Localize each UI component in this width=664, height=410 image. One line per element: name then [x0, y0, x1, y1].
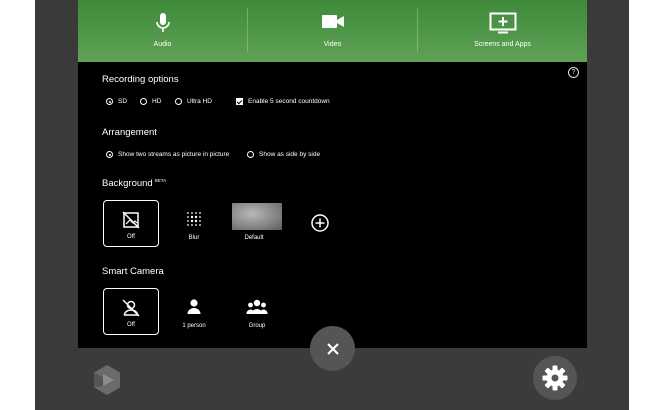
checkbox-label: Enable 5 second countdown	[248, 98, 330, 105]
video-button[interactable]: Video	[248, 0, 417, 62]
person-icon	[187, 299, 201, 314]
background-title: Background BETA	[102, 178, 166, 189]
radio-label: Ultra HD	[187, 98, 212, 105]
radio-indicator	[106, 151, 113, 158]
radio-label: SD	[118, 98, 128, 105]
beta-badge: BETA	[154, 178, 167, 183]
radio-indicator	[106, 98, 113, 105]
close-icon	[326, 342, 339, 355]
radio-side-by-side[interactable]: Show as side by side	[247, 151, 320, 158]
screens-label: Screens and Apps	[474, 41, 531, 48]
countdown-checkbox[interactable]: Enable 5 second countdown	[236, 98, 330, 105]
radio-label: Show two streams as picture in picture	[118, 151, 230, 158]
background-title-text: Background	[102, 178, 153, 189]
right-frame	[587, 0, 629, 410]
capture-toolbar: Audio Video Screens and Apps	[78, 0, 587, 62]
card-label: Group	[248, 323, 266, 329]
card-label: Blur	[188, 235, 200, 241]
default-background-thumbnail	[232, 203, 282, 230]
radio-label: HD	[152, 98, 162, 105]
radio-label: Show as side by side	[259, 151, 321, 158]
screens-and-apps-button[interactable]: Screens and Apps	[418, 0, 587, 62]
checkbox-indicator	[236, 98, 243, 105]
app-logo-icon	[94, 365, 120, 395]
screen-add-icon	[489, 12, 516, 34]
help-icon[interactable]: ?	[568, 67, 579, 78]
smart-camera-title: Smart Camera	[102, 266, 164, 277]
card-label: 1 person	[182, 323, 206, 329]
card-label: Off	[127, 234, 135, 240]
smart-camera-one-person-card[interactable]: 1 person	[166, 288, 222, 335]
person-off-icon	[122, 299, 140, 317]
background-default-card[interactable]: Default	[226, 200, 282, 247]
group-icon	[246, 299, 268, 314]
radio-sd[interactable]: SD	[106, 98, 127, 105]
settings-button[interactable]	[533, 356, 577, 400]
smart-camera-off-card[interactable]: Off	[103, 288, 159, 335]
video-label: Video	[323, 41, 342, 48]
card-label: Off	[127, 322, 135, 328]
background-blur-card[interactable]: Blur	[166, 200, 222, 247]
left-frame	[35, 0, 78, 410]
radio-indicator	[175, 98, 182, 105]
radio-indicator	[140, 98, 147, 105]
card-label: Default	[244, 235, 264, 241]
audio-label: Audio	[153, 41, 172, 48]
arrangement-title: Arrangement	[102, 127, 157, 138]
smart-camera-group-card[interactable]: Group	[229, 288, 285, 335]
radio-indicator	[247, 151, 254, 158]
audio-button[interactable]: Audio	[78, 0, 247, 62]
radio-picture-in-picture[interactable]: Show two streams as picture in picture	[106, 151, 229, 158]
recording-options-title: Recording options	[102, 74, 179, 85]
blur-icon	[187, 212, 201, 226]
video-camera-icon	[321, 15, 344, 28]
gear-icon	[542, 365, 568, 391]
options-panel: ? Recording options SD HD Ultra HD Enabl…	[78, 62, 587, 348]
add-background-icon[interactable]	[311, 214, 329, 232]
radio-ultra-hd[interactable]: Ultra HD	[175, 98, 212, 105]
background-off-icon	[122, 211, 140, 229]
close-button[interactable]	[310, 326, 355, 371]
microphone-icon	[155, 13, 170, 32]
background-off-card[interactable]: Off	[103, 200, 159, 247]
radio-hd[interactable]: HD	[140, 98, 161, 105]
